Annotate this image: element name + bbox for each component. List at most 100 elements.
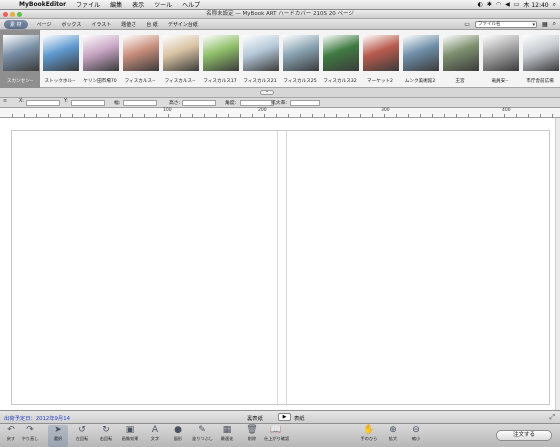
y-field[interactable]	[71, 100, 105, 106]
tool-label: 仕上がり確認	[264, 436, 290, 441]
photo-image	[243, 35, 279, 71]
photo-caption: マーケット2	[367, 79, 393, 84]
height-field[interactable]	[182, 100, 216, 106]
photo-thumbnail[interactable]: ストックホル--	[40, 30, 80, 88]
zoom-out-icon: ⊖	[412, 425, 420, 435]
vertical-scrollbar[interactable]	[555, 118, 560, 410]
tool-hand[interactable]: ✋ 手のひら	[358, 425, 380, 447]
spotlight-icon[interactable]: ⌕	[553, 1, 556, 9]
minimize-window-icon[interactable]	[10, 12, 15, 17]
text-icon: A	[151, 425, 159, 435]
order-button[interactable]: 注文する	[496, 430, 552, 441]
grid-view-icon[interactable]: ▦	[542, 21, 548, 28]
photo-thumbnail[interactable]: フィスカルス17	[200, 30, 240, 88]
photo-image	[363, 35, 399, 71]
photo-image	[523, 35, 559, 71]
menu-edit[interactable]: 編集	[105, 0, 127, 9]
strip-divider: ⌃	[0, 88, 560, 98]
angle-field[interactable]	[240, 100, 274, 106]
photo-caption: 王宮	[455, 79, 465, 84]
photo-thumbnail[interactable]: スカンセン--	[0, 30, 40, 88]
zoom-window-icon[interactable]	[17, 12, 22, 17]
sync-icon[interactable]: ◐	[478, 1, 483, 8]
fit-window-icon[interactable]: ⤢	[549, 413, 555, 422]
tool-text[interactable]: A 文字	[145, 425, 165, 447]
tab-placement[interactable]: 题値さ	[116, 21, 141, 28]
rotate-left-icon: ↺	[78, 425, 86, 435]
menu-file[interactable]: ファイル	[71, 0, 105, 9]
ruler-mark: 200	[258, 108, 267, 113]
photo-thumbnail[interactable]: 王宮	[440, 30, 480, 88]
editor-canvas[interactable]	[0, 118, 560, 410]
photo-thumbnail[interactable]: 竜員安--	[480, 30, 520, 88]
tool-rotate-right[interactable]: ↻ 右回転	[96, 425, 116, 447]
tab-illustration[interactable]: イラスト	[86, 21, 116, 28]
tool-image-effect[interactable]: ▣ 画像効果	[120, 425, 140, 447]
zoom-field[interactable]	[290, 100, 320, 106]
bluetooth-icon[interactable]: ✱	[487, 1, 492, 8]
menu-help[interactable]: ヘルプ	[177, 0, 205, 9]
tool-zoom-out[interactable]: ⊖ 縮小	[405, 425, 427, 447]
w-label: 幅:	[114, 101, 121, 106]
tool-trash[interactable]: 🗑 削除	[242, 425, 262, 447]
tab-mount[interactable]: 台 紙	[141, 21, 163, 28]
tab-materials[interactable]: 素 材	[4, 19, 28, 29]
tool-fill[interactable]: ✎ 塗りつぶし	[192, 425, 213, 447]
inspector-bar: ≡ X: Y: 幅: 高さ: 角度: 拡大率:	[0, 98, 560, 108]
tool-label: 戻す	[6, 436, 16, 441]
photo-thumbnail[interactable]: フィスカルス21	[240, 30, 280, 88]
book-spread[interactable]	[11, 130, 550, 406]
photo-thumbnail[interactable]: フィスカルス--	[160, 30, 200, 88]
back-cover-label[interactable]: 裏表紙	[247, 414, 263, 422]
tool-label: やり直し	[21, 436, 39, 441]
page-flip-button[interactable]: ▶	[278, 413, 291, 421]
photo-caption: 市庁舎前広場	[526, 79, 554, 84]
tab-box[interactable]: ボックス	[57, 21, 87, 28]
redo-icon: ↷	[26, 425, 34, 435]
window-titlebar: 名称未設定 — MyBook ART ハードカバー 210S 20 ページ	[0, 10, 560, 19]
tool-preview-book[interactable]: 📖 仕上がり確認	[264, 425, 290, 447]
photo-thumbnail[interactable]: ケリン田市場70	[80, 30, 120, 88]
battery-icon[interactable]: ▭	[514, 1, 520, 8]
menu-tools[interactable]: ツール	[149, 0, 177, 9]
tool-zoom-in[interactable]: ⊕ 拡大	[382, 425, 404, 447]
photo-thumbnail[interactable]: フィスカルス32	[320, 30, 360, 88]
wifi-icon[interactable]: ◠	[496, 1, 501, 8]
photo-caption: 竜員安--	[491, 79, 509, 84]
rotate-right-icon: ↻	[102, 425, 110, 435]
photo-thumbnail[interactable]: 市庁舎前広場	[520, 30, 560, 88]
x-field[interactable]	[26, 100, 60, 106]
y-label: Y:	[64, 99, 68, 104]
menu-clock[interactable]: 木 12:40	[523, 0, 548, 9]
photo-thumbnail[interactable]: フィスカルス25	[280, 30, 320, 88]
photo-image	[163, 35, 199, 71]
tool-rotate-left[interactable]: ↺ 左回転	[72, 425, 92, 447]
photo-image	[3, 35, 39, 71]
tool-shape[interactable]: ● 図形	[168, 425, 188, 447]
search-icon[interactable]: ⌕	[553, 20, 556, 28]
close-window-icon[interactable]	[3, 12, 8, 17]
tool-undo[interactable]: ↶ 戻す	[1, 425, 21, 447]
status-bar: 出荷予定日：2012年9月14 裏表紙 ▶ 表紙 ⤢	[0, 410, 560, 423]
photo-thumbnail[interactable]: フィスカルス--	[120, 30, 160, 88]
tool-label: 選択	[53, 436, 63, 441]
photo-thumbnail[interactable]: マーケット2	[360, 30, 400, 88]
volume-icon[interactable]: ◀	[505, 1, 510, 8]
width-field[interactable]	[123, 100, 157, 106]
tool-pointer[interactable]: ➤ 選択	[48, 425, 68, 447]
menu-app-name[interactable]: MyBookEditor	[14, 1, 71, 8]
tool-redo[interactable]: ↷ やり直し	[20, 425, 40, 447]
photo-thumbnail[interactable]: ムンク美術館2	[400, 30, 440, 88]
front-cover-label[interactable]: 表紙	[294, 414, 305, 422]
tab-page[interactable]: ページ	[32, 21, 57, 28]
folder-icon[interactable]: ▭	[464, 21, 470, 28]
sort-select[interactable]: ファイル名	[474, 20, 537, 28]
tab-design-mount[interactable]: デザイン台紙	[163, 21, 203, 28]
menu-view[interactable]: 表示	[127, 0, 149, 9]
align-icon[interactable]: ≡	[3, 99, 7, 104]
collapse-handle[interactable]: ⌃	[260, 90, 274, 95]
tool-optimize[interactable]: ▦ 最適化	[217, 425, 237, 447]
hand-icon: ✋	[363, 425, 375, 435]
photo-caption: ムンク美術館2	[404, 79, 436, 84]
angle-label: 角度:	[225, 101, 237, 106]
